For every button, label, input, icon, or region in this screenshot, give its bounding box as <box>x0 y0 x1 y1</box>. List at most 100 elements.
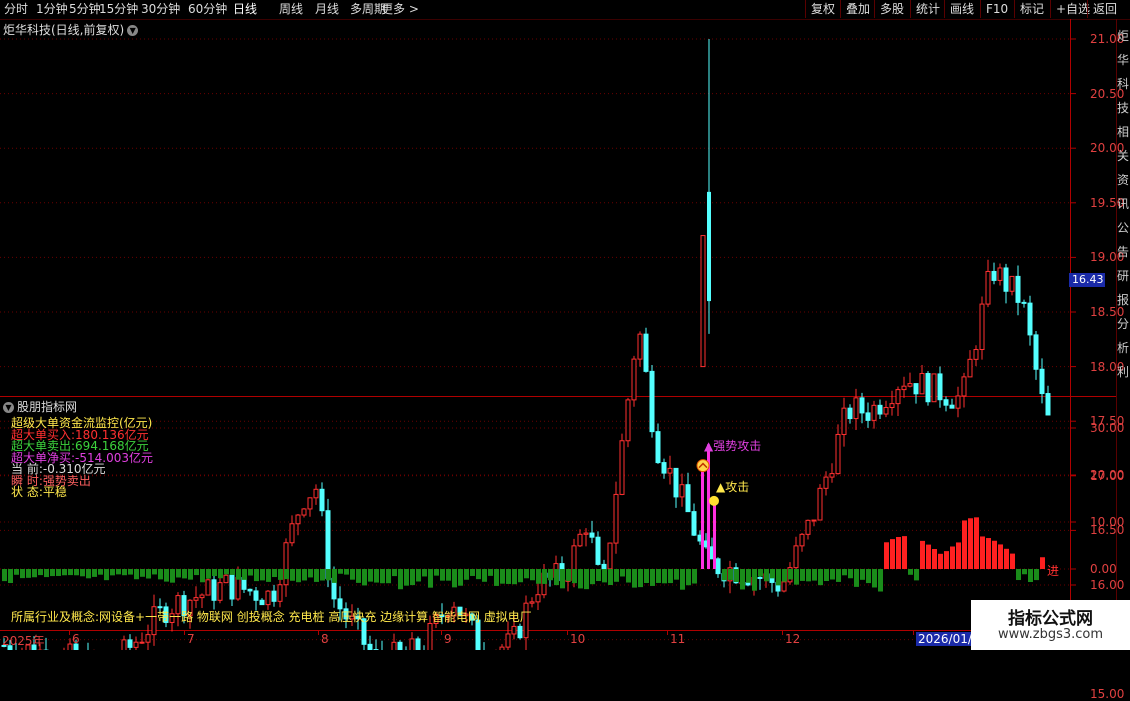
flow-bar <box>452 569 457 587</box>
candle-body <box>1034 335 1038 369</box>
chevron-down-icon[interactable]: ▼ <box>3 402 14 413</box>
candle-body <box>686 485 690 512</box>
candle-body <box>962 377 966 396</box>
flow-bar <box>320 569 325 581</box>
flow-bar <box>854 569 859 587</box>
candle-body <box>926 374 930 402</box>
flow-bar <box>836 569 841 582</box>
candle-body <box>1010 276 1014 291</box>
price-tick-label: 15.00 <box>1090 687 1124 701</box>
flow-bar <box>248 569 253 576</box>
candle-body <box>206 580 210 595</box>
date-axis: 2025年67891011122026/01/0 <box>0 630 1072 650</box>
candle-body <box>1040 369 1044 393</box>
candle-body <box>662 463 666 474</box>
side-strip-char: 关 <box>1117 147 1129 164</box>
flow-bar <box>50 569 55 576</box>
flow-bar <box>1040 557 1045 569</box>
flow-bar <box>80 569 85 576</box>
flow-bar <box>224 569 229 574</box>
site-watermark: 指标公式网 www.zbgs3.com <box>971 600 1130 650</box>
flow-bar <box>572 569 577 583</box>
indicator-tick-label: 0.00 <box>1090 562 1117 576</box>
candle-body <box>860 398 864 413</box>
flow-bar <box>422 569 427 576</box>
date-tick <box>567 630 568 635</box>
flow-bar <box>536 569 541 584</box>
candle-body <box>998 268 1002 280</box>
flow-bar <box>512 569 517 584</box>
flow-bar <box>272 569 277 577</box>
flow-bar <box>476 569 481 579</box>
flow-bar <box>458 569 463 586</box>
flow-bar <box>410 569 415 585</box>
flow-bar <box>122 569 127 575</box>
flow-bar <box>866 569 871 583</box>
flow-bar <box>776 569 781 585</box>
candle-body <box>212 580 216 600</box>
candle-body <box>626 400 630 441</box>
flow-bar <box>218 569 223 578</box>
flow-bar <box>560 569 565 588</box>
flow-bar <box>440 569 445 581</box>
flow-bar <box>878 569 883 592</box>
indicator-panel-title[interactable]: ▼股朋指标网 <box>3 398 77 415</box>
candle-body <box>812 520 816 521</box>
flow-bar <box>962 520 967 569</box>
candle-body <box>692 512 696 536</box>
flow-bar <box>848 569 853 578</box>
flow-bar <box>200 569 205 582</box>
flow-bar <box>62 569 67 575</box>
candle-body <box>530 602 534 603</box>
flow-bar <box>608 569 613 585</box>
flow-bar <box>872 569 877 587</box>
flow-bar <box>104 569 109 580</box>
candle-body <box>218 583 222 601</box>
flow-bar <box>230 569 235 575</box>
flow-bar <box>938 554 943 569</box>
flow-bar <box>188 569 193 580</box>
flow-bar <box>764 569 769 581</box>
kline-chart[interactable] <box>0 0 1130 650</box>
candle-body <box>908 384 912 387</box>
candle-body <box>602 564 606 568</box>
indicator-line: 状 态:平稳 <box>11 487 153 499</box>
flow-bar <box>1010 554 1015 569</box>
flow-bar <box>596 569 601 581</box>
flow-bar <box>344 569 349 575</box>
flow-bar <box>842 569 847 575</box>
flow-bar <box>782 569 787 582</box>
flow-bar <box>812 569 817 581</box>
flow-bar <box>530 569 535 580</box>
candle-body <box>956 396 960 408</box>
side-strip-char: 分 <box>1117 315 1129 332</box>
candle-body <box>1028 303 1032 335</box>
flow-bar <box>20 569 25 578</box>
industry-concepts: 所属行业及概念:网设备+一带一路 物联网 创投概念 充电桩 高压快充 边缘计算 … <box>11 608 532 625</box>
candle-body <box>320 489 324 510</box>
flow-bar <box>992 541 997 569</box>
flow-bar <box>830 569 835 580</box>
flow-bar <box>416 569 421 581</box>
candle-body <box>230 575 234 599</box>
candle-body <box>632 359 636 400</box>
side-info-strip[interactable]: 炬华科技相关资讯公告研报分析利 <box>1116 19 1130 630</box>
flow-bar <box>380 569 385 583</box>
date-tick <box>441 630 442 635</box>
flow-bar <box>500 569 505 584</box>
candle-body <box>830 474 834 478</box>
side-strip-char: 利 <box>1117 363 1129 380</box>
candle-body <box>986 271 990 304</box>
candle-body <box>896 390 900 404</box>
candle-body <box>254 591 258 600</box>
side-strip-char: 科 <box>1117 75 1129 92</box>
flow-bar <box>626 569 631 583</box>
current-price-tag: 16.43 <box>1069 273 1105 287</box>
signal-marker <box>697 460 709 472</box>
flow-bar <box>140 569 145 577</box>
candle-body <box>326 511 330 579</box>
flow-bar <box>182 569 187 578</box>
candle-body <box>644 334 648 371</box>
flow-bar <box>884 542 889 569</box>
flow-bar <box>638 569 643 587</box>
